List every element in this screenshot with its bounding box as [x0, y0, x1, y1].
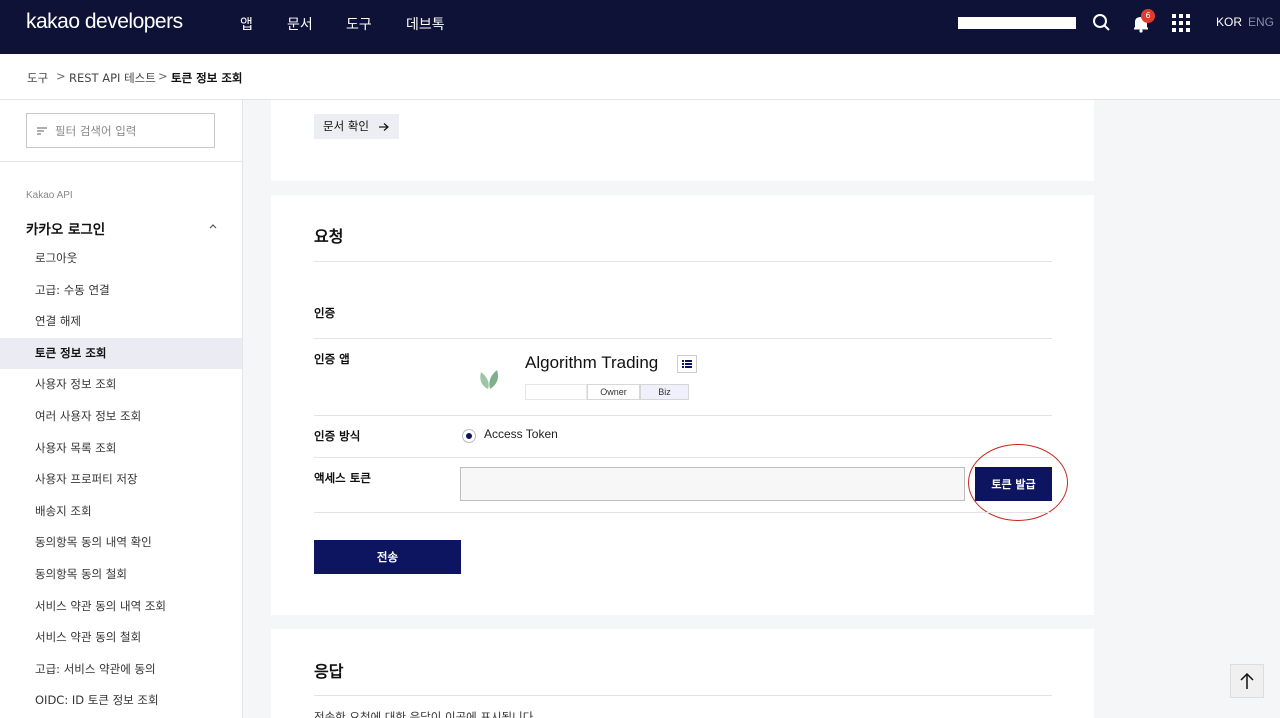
sidebar: Kakao API 카카오 로그인 로그아웃고급: 수동 연결연결 해제토큰 정… [0, 100, 243, 718]
sidebar-item[interactable]: 여러 사용자 정보 조회 [0, 401, 242, 432]
response-title: 응답 [314, 662, 344, 681]
nav-devtalk[interactable]: 데브톡 [406, 14, 445, 34]
chevron-up-icon[interactable] [208, 221, 218, 231]
nav-docs[interactable]: 문서 [287, 14, 313, 34]
doc-confirm-button[interactable]: 문서 확인 [314, 114, 399, 139]
breadcrumb-current: 토큰 정보 조회 [171, 71, 243, 85]
response-card: 응답 전송한 요청에 대한 응답이 이곳에 표시됩니다. [271, 629, 1094, 718]
access-token-input[interactable] [460, 467, 965, 501]
access-token-label: 액세스 토큰 [314, 471, 371, 485]
top-navigation-bar: kakao developers 앱 문서 도구 데브톡 6 KOR ENG [0, 0, 1280, 54]
arrow-up-icon [1240, 672, 1254, 689]
breadcrumb-rest-api-test[interactable]: REST API 테스트 [69, 70, 156, 86]
top-search-field[interactable] [958, 17, 1076, 29]
sidebar-item[interactable]: 사용자 정보 조회 [0, 369, 242, 400]
sidebar-item[interactable]: OIDC: ID 토큰 정보 조회 [0, 685, 242, 716]
notification-badge: 6 [1141, 9, 1155, 23]
tag-biz: Biz [640, 384, 689, 400]
filter-box [26, 113, 215, 148]
arrow-right-icon [379, 123, 389, 131]
access-token-radio[interactable] [462, 429, 476, 443]
access-token-radio-label[interactable]: Access Token [484, 427, 558, 441]
list-icon[interactable] [677, 355, 697, 373]
breadcrumb-tools[interactable]: 도구 [27, 70, 48, 86]
breadcrumb-separator: > [56, 69, 66, 83]
apps-grid-icon[interactable] [1170, 12, 1192, 34]
divider [314, 512, 1052, 513]
auth-method-label: 인증 방식 [314, 429, 361, 443]
search-icon[interactable] [1091, 12, 1113, 34]
scroll-to-top-button[interactable] [1230, 664, 1264, 698]
breadcrumb: 도구 > REST API 테스트 > 토큰 정보 조회 [0, 54, 1280, 100]
tag-blank [525, 384, 587, 400]
divider [314, 261, 1052, 262]
divider [314, 457, 1052, 458]
sidebar-item[interactable]: 고급: 수동 연결 [0, 275, 242, 306]
sidebar-item[interactable]: 연결 해제 [0, 306, 242, 337]
app-name: Algorithm Trading [525, 353, 659, 372]
lang-kor[interactable]: KOR [1216, 15, 1242, 29]
issue-token-button[interactable]: 토큰 발급 [975, 467, 1052, 501]
doc-card: 문서 확인 [271, 100, 1094, 181]
request-title: 요청 [314, 227, 344, 246]
sidebar-item[interactable]: 고급: 서비스 약관에 동의 [0, 654, 242, 685]
sidebar-item[interactable]: 사용자 목록 조회 [0, 433, 242, 464]
nav-tools[interactable]: 도구 [346, 14, 372, 34]
divider [314, 415, 1052, 416]
auth-heading: 인증 [314, 306, 336, 320]
sidebar-divider [0, 161, 242, 162]
lang-eng[interactable]: ENG [1248, 15, 1274, 29]
sidebar-item[interactable]: 동의항목 동의 내역 확인 [0, 527, 242, 558]
doc-confirm-label: 문서 확인 [323, 119, 369, 133]
nav-app[interactable]: 앱 [240, 14, 253, 34]
sidebar-item[interactable]: 서비스 약관 동의 내역 조회 [0, 591, 242, 622]
kakao-developers-logo[interactable]: kakao developers [26, 10, 183, 34]
sidebar-item[interactable]: 사용자 프로퍼티 저장 [0, 464, 242, 495]
filter-icon [37, 127, 47, 135]
sidebar-item[interactable]: 배송지 조회 [0, 496, 242, 527]
submit-button[interactable]: 전송 [314, 540, 461, 574]
divider [314, 695, 1052, 696]
auth-app-label: 인증 앱 [314, 352, 350, 366]
sidebar-item[interactable]: 서비스 약관 동의 철회 [0, 622, 242, 653]
tag-owner: Owner [587, 384, 640, 400]
response-placeholder-text: 전송한 요청에 대한 응답이 이곳에 표시됩니다. [314, 710, 537, 718]
sidebar-section-label: Kakao API [26, 190, 73, 201]
sidebar-item[interactable]: 동의항목 동의 철회 [0, 559, 242, 590]
request-card: 요청 인증 인증 앱 Algorithm Trading Owner Biz 인… [271, 195, 1094, 615]
breadcrumb-separator: > [158, 69, 168, 83]
sidebar-group-kakao-login[interactable]: 카카오 로그인 [26, 218, 105, 238]
app-leaf-icon [480, 370, 499, 389]
sidebar-item[interactable]: 토큰 정보 조회 [0, 337, 242, 369]
filter-search-input[interactable] [55, 122, 205, 140]
sidebar-item[interactable]: 로그아웃 [0, 243, 242, 274]
divider [314, 338, 1052, 339]
